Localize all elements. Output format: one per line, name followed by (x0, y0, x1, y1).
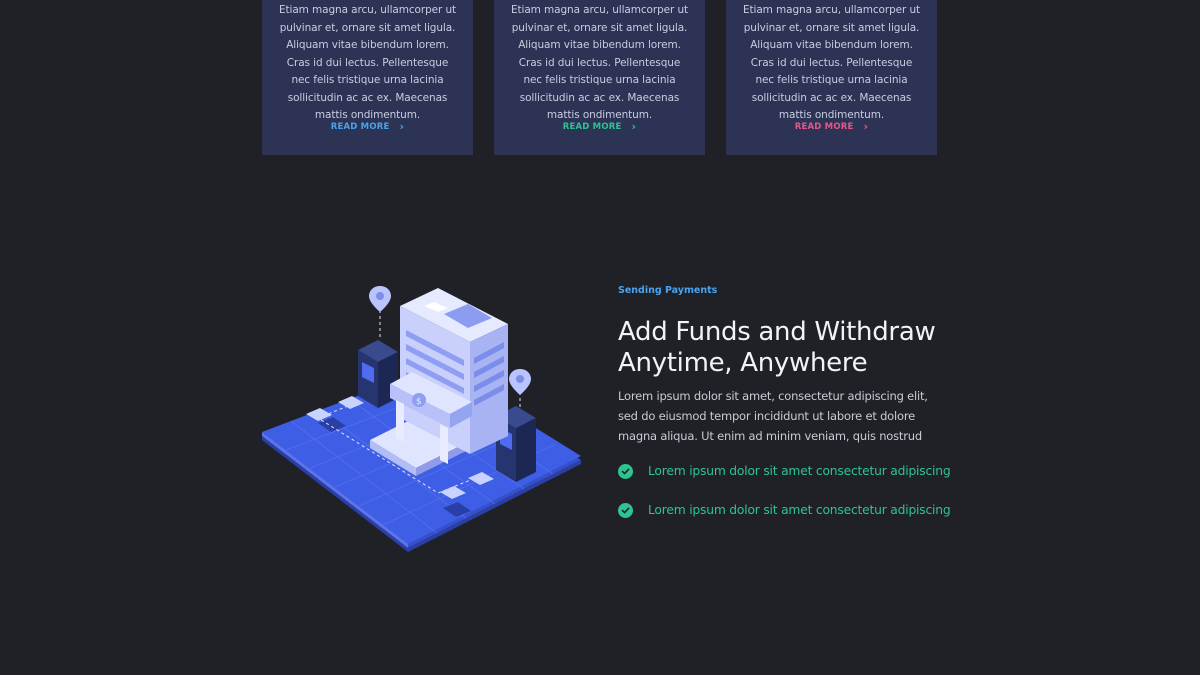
check-circle-icon (618, 502, 633, 518)
chevron-right-icon: › (631, 120, 637, 133)
check-circle-icon (618, 463, 633, 479)
checklist-label: Lorem ipsum dolor sit amet consectetur a… (648, 464, 951, 478)
feature-card: Etiam magna arcu, ullamcorper ut pulvina… (262, 0, 473, 155)
chevron-right-icon: › (399, 120, 405, 133)
card-body: Etiam magna arcu, ullamcorper ut pulvina… (278, 4, 457, 121)
feature-cards: Etiam magna arcu, ullamcorper ut pulvina… (262, 0, 938, 155)
read-more-label: READ MORE (330, 122, 390, 132)
feature-card: Etiam magna arcu, ullamcorper ut pulvina… (494, 0, 705, 155)
checklist-item: Lorem ipsum dolor sit amet consectetur a… (618, 462, 951, 480)
section-title-line: Add Funds and Withdraw (618, 317, 936, 347)
section-title: Add Funds and Withdraw Anytime, Anywhere (618, 317, 948, 379)
checklist-item: Lorem ipsum dolor sit amet consectetur a… (618, 501, 951, 519)
svg-text:$: $ (416, 397, 422, 407)
card-body: Etiam magna arcu, ullamcorper ut pulvina… (510, 4, 689, 121)
card-body: Etiam magna arcu, ullamcorper ut pulvina… (742, 4, 921, 121)
chevron-right-icon: › (863, 120, 869, 133)
read-more-label: READ MORE (562, 122, 622, 132)
read-more-link[interactable]: READ MORE › (726, 120, 937, 133)
section-eyebrow: Sending Payments (618, 285, 718, 296)
read-more-link[interactable]: READ MORE › (262, 120, 473, 133)
checklist-label: Lorem ipsum dolor sit amet consectetur a… (648, 503, 951, 517)
read-more-link[interactable]: READ MORE › (494, 120, 705, 133)
read-more-label: READ MORE (794, 122, 854, 132)
feature-card: Etiam magna arcu, ullamcorper ut pulvina… (726, 0, 937, 155)
bank-atm-isometric-icon: $ (262, 286, 581, 552)
section-description: Lorem ipsum dolor sit amet, consectetur … (618, 389, 928, 443)
section-title-line: Anytime, Anywhere (618, 348, 868, 378)
bank-atm-illustration: $ (258, 278, 588, 553)
